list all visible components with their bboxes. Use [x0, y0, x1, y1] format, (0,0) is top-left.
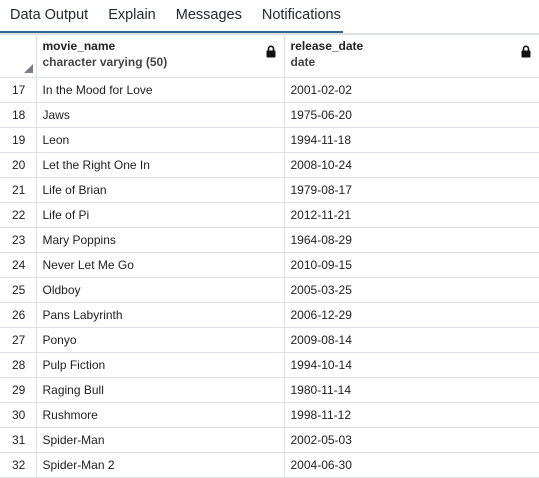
table-row[interactable]: 19 Leon 1994-11-18 [0, 127, 539, 153]
cell-movie-name[interactable]: Pans Labyrinth [35, 302, 285, 328]
cell-movie-name[interactable]: Oldboy [35, 277, 285, 303]
cell-release-date[interactable]: 2009-08-14 [283, 327, 539, 353]
result-tab-bar: Data Output Explain Messages Notificatio… [0, 0, 539, 33]
cell-movie-name[interactable]: Life of Pi [35, 202, 285, 228]
column-name: movie_name [42, 39, 116, 53]
cell-release-date[interactable]: 2002-05-03 [283, 427, 539, 453]
cell-movie-name[interactable]: Pulp Fiction [35, 352, 285, 378]
column-header-release-date[interactable]: release_date date [283, 34, 539, 78]
row-number[interactable]: 30 [0, 402, 37, 428]
data-output-grid: movie_name character varying (50) releas… [0, 33, 539, 478]
table-row[interactable]: 18 Jaws 1975-06-20 [0, 102, 539, 128]
row-number[interactable]: 31 [0, 427, 37, 453]
table-row[interactable]: 25 Oldboy 2005-03-25 [0, 277, 539, 303]
row-number[interactable]: 27 [0, 327, 37, 353]
cell-movie-name[interactable]: In the Mood for Love [35, 77, 285, 103]
column-name: release_date [290, 39, 364, 53]
cell-movie-name[interactable]: Jaws [35, 102, 285, 128]
table-row[interactable]: 29 Raging Bull 1980-11-14 [0, 377, 539, 403]
cell-release-date[interactable]: 1964-08-29 [283, 227, 539, 253]
cell-movie-name[interactable]: Ponyo [35, 327, 285, 353]
cell-release-date[interactable]: 1979-08-17 [283, 177, 539, 203]
cell-release-date[interactable]: 2008-10-24 [283, 152, 539, 178]
select-all-corner[interactable] [0, 34, 37, 78]
table-row[interactable]: 26 Pans Labyrinth 2006-12-29 [0, 302, 539, 328]
cell-movie-name[interactable]: Life of Brian [35, 177, 285, 203]
row-number[interactable]: 21 [0, 177, 37, 203]
tab-data-output[interactable]: Data Output [0, 0, 98, 31]
results-table: movie_name character varying (50) releas… [0, 34, 539, 478]
table-row[interactable]: 31 Spider-Man 2002-05-03 [0, 427, 539, 453]
tab-explain[interactable]: Explain [98, 0, 166, 31]
row-number[interactable]: 25 [0, 277, 37, 303]
table-row[interactable]: 30 Rushmore 1998-11-12 [0, 402, 539, 428]
cell-movie-name[interactable]: Spider-Man [35, 427, 285, 453]
row-number[interactable]: 29 [0, 377, 37, 403]
table-row[interactable]: 24 Never Let Me Go 2010-09-15 [0, 252, 539, 278]
cell-release-date[interactable]: 2010-09-15 [283, 252, 539, 278]
cell-release-date[interactable]: 1998-11-12 [283, 402, 539, 428]
table-row[interactable]: 32 Spider-Man 2 2004-06-30 [0, 452, 539, 478]
row-number[interactable]: 17 [0, 77, 37, 103]
row-number[interactable]: 28 [0, 352, 37, 378]
column-type: character varying (50) [42, 55, 168, 69]
cell-movie-name[interactable]: Mary Poppins [35, 227, 285, 253]
row-number[interactable]: 23 [0, 227, 37, 253]
cell-release-date[interactable]: 2001-02-02 [283, 77, 539, 103]
row-number[interactable]: 32 [0, 452, 37, 478]
table-row[interactable]: 23 Mary Poppins 1964-08-29 [0, 227, 539, 253]
cell-release-date[interactable]: 2012-11-21 [283, 202, 539, 228]
row-number[interactable]: 24 [0, 252, 37, 278]
cell-movie-name[interactable]: Raging Bull [35, 377, 285, 403]
table-row[interactable]: 21 Life of Brian 1979-08-17 [0, 177, 539, 203]
table-row[interactable]: 20 Let the Right One In 2008-10-24 [0, 152, 539, 178]
cell-movie-name[interactable]: Spider-Man 2 [35, 452, 285, 478]
tab-notifications[interactable]: Notifications [252, 0, 351, 31]
lock-icon [266, 45, 275, 58]
cell-movie-name[interactable]: Never Let Me Go [35, 252, 285, 278]
column-type: date [290, 55, 316, 69]
cell-release-date[interactable]: 1980-11-14 [283, 377, 539, 403]
header-row: movie_name character varying (50) releas… [0, 34, 539, 78]
table-row[interactable]: 17 In the Mood for Love 2001-02-02 [0, 77, 539, 103]
result-tabs: Data Output Explain Messages Notificatio… [0, 0, 343, 33]
table-row[interactable]: 28 Pulp Fiction 1994-10-14 [0, 352, 539, 378]
lock-icon [521, 45, 530, 58]
table-row[interactable]: 22 Life of Pi 2012-11-21 [0, 202, 539, 228]
row-number[interactable]: 19 [0, 127, 37, 153]
cell-release-date[interactable]: 1975-06-20 [283, 102, 539, 128]
table-body: 17 In the Mood for Love 2001-02-02 18 Jaws 19… [0, 77, 539, 478]
cell-movie-name[interactable]: Let the Right One In [35, 152, 285, 178]
row-number[interactable]: 18 [0, 102, 37, 128]
table-row[interactable]: 27 Ponyo 2009-08-14 [0, 327, 539, 353]
tab-messages[interactable]: Messages [166, 0, 252, 31]
row-number[interactable]: 22 [0, 202, 37, 228]
cell-release-date[interactable]: 2006-12-29 [283, 302, 539, 328]
cell-release-date[interactable]: 1994-10-14 [283, 352, 539, 378]
cell-release-date[interactable]: 2004-06-30 [283, 452, 539, 478]
cell-release-date[interactable]: 2005-03-25 [283, 277, 539, 303]
cell-release-date[interactable]: 1994-11-18 [283, 127, 539, 153]
row-number[interactable]: 26 [0, 302, 37, 328]
row-number[interactable]: 20 [0, 152, 37, 178]
column-header-movie-name[interactable]: movie_name character varying (50) [35, 34, 285, 78]
select-all-triangle-icon [23, 64, 33, 73]
cell-movie-name[interactable]: Rushmore [35, 402, 285, 428]
cell-movie-name[interactable]: Leon [35, 127, 285, 153]
